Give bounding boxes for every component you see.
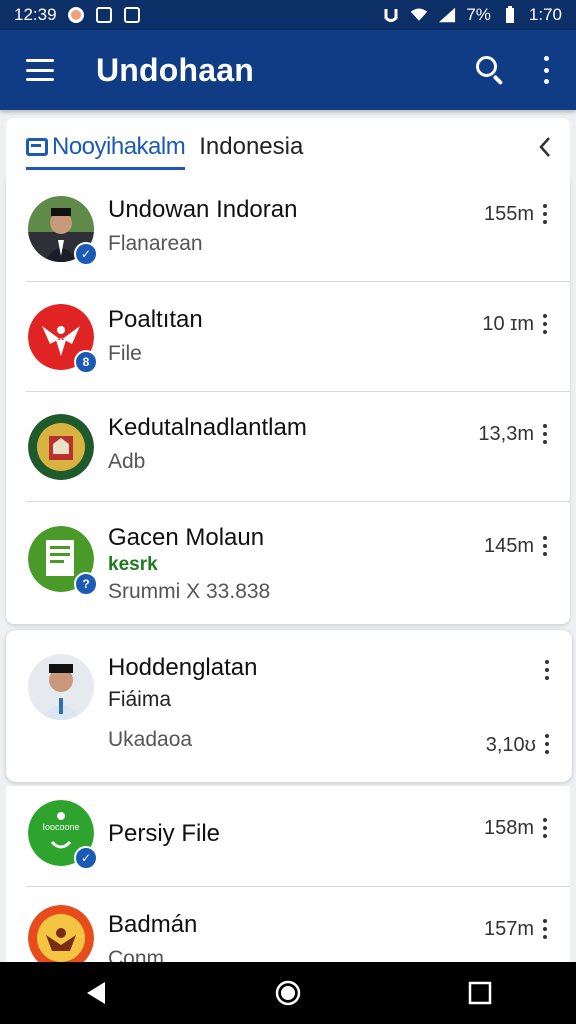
item-size: 10 ɪm [482,313,534,335]
avatar [28,654,94,720]
more-vert-icon[interactable] [536,56,556,84]
list-item[interactable]: 8 Poaltıtan File 10 ɪm [6,282,570,392]
item-more-icon[interactable] [540,424,550,444]
app-bar: Undohaan [0,30,576,110]
item-subtitle: Fiáima [108,688,172,711]
logo-text: Ioocoone [42,822,79,832]
battery-percent: 7% [466,5,491,24]
item-tag: kesrk [108,554,158,575]
item-more-icon[interactable] [540,818,550,838]
item-subtitle: Adb [108,450,146,473]
item-title: Undowan Indoran [108,196,298,223]
help-badge-icon: ? [74,572,98,596]
selected-item-card[interactable]: Hoddenglatan Fiáima Ukadaoa 3,10ʊ [6,630,572,782]
item-more-icon[interactable] [542,660,552,680]
item-title: Badmán [108,911,198,938]
vibrate-icon [382,6,400,24]
status-time: 12:39 [14,5,57,24]
item-size: 3,10ʊ [485,734,536,756]
section-location-label: Indonesia [199,133,304,160]
list-item[interactable]: ✓ Undowan Indoran Flanarean 155m [6,176,570,282]
status-bar: 12:39 7% 1:70 [0,0,576,30]
verified-badge-icon: ✓ [74,242,98,266]
item-size: 145m [483,535,534,557]
tab-active-label: Nooyihakalm [52,133,186,160]
verified-badge-icon: ✓ [74,846,98,870]
item-title: Poaltıtan [108,306,203,333]
item-size-more-icon[interactable] [542,734,552,754]
file-list-card-bottom: Ioocoone ✓ Persiy File 158m Badmán Conm … [6,786,570,966]
item-title: Gacen Molaun [108,524,265,551]
notification-photo-icon [95,6,113,24]
battery-icon [501,6,519,24]
item-detail: Ukadaoa [108,728,193,751]
avatar: 8 [28,304,98,374]
list-item[interactable]: Badmán Conm 157m [6,887,570,966]
nav-recents-icon[interactable] [450,968,510,1018]
nav-back-icon[interactable] [66,968,126,1018]
avatar: Ioocoone ✓ [28,800,98,870]
list-item[interactable]: ? Gacen Molaun kesrk Srummi X 33.838 145… [6,502,570,624]
item-size: 157m [483,918,534,940]
signal-icon [438,6,456,24]
folder-icon [26,138,48,156]
avatar [28,414,94,480]
section-header: Nooyihakalm Indonesia [6,118,570,176]
item-subtitle: Flanarean [108,232,203,255]
item-subtitle: Srummi X 33.838 [108,580,271,603]
orange-garuda-emblem-icon [28,905,94,966]
person-portrait-icon [28,654,94,720]
item-more-icon[interactable] [540,314,550,334]
item-size: 13,3m [478,423,534,445]
list-item[interactable]: Kedutalnadlantlam Adb 13,3m [6,392,570,502]
chevron-left-icon[interactable] [534,136,556,158]
notification-image-icon [123,6,141,24]
item-size: 155m [483,203,534,225]
file-list-card: ✓ Undowan Indoran Flanarean 155m 8 Poalt… [6,176,570,624]
item-subtitle: File [108,342,142,365]
item-more-icon[interactable] [540,536,550,556]
search-icon[interactable] [474,54,506,86]
system-nav-bar [0,962,576,1024]
list-item[interactable]: Ioocoone ✓ Persiy File 158m [6,786,570,886]
item-more-icon[interactable] [540,919,550,939]
item-title: Hoddenglatan [108,654,258,681]
item-title: Persiy File [108,820,221,847]
avatar [28,905,94,966]
avatar: ✓ [28,196,98,266]
wifi-icon [410,6,428,24]
nav-home-icon[interactable] [258,968,318,1018]
avatar: ? [28,526,98,596]
app-title: Undohaan [96,51,255,88]
badge-icon: 8 [74,350,98,374]
item-title: Kedutalnadlantlam [108,414,307,441]
green-crest-emblem-icon [28,414,94,480]
item-size: 158m [483,817,534,839]
item-more-icon[interactable] [540,204,550,224]
notification-app-icon [67,6,85,24]
status-clock: 1:70 [528,5,562,24]
status-right: 7% 1:70 [382,5,562,25]
hamburger-menu-icon[interactable] [26,59,54,81]
status-left: 12:39 [14,5,141,25]
tab-active[interactable]: Nooyihakalm [26,118,186,176]
